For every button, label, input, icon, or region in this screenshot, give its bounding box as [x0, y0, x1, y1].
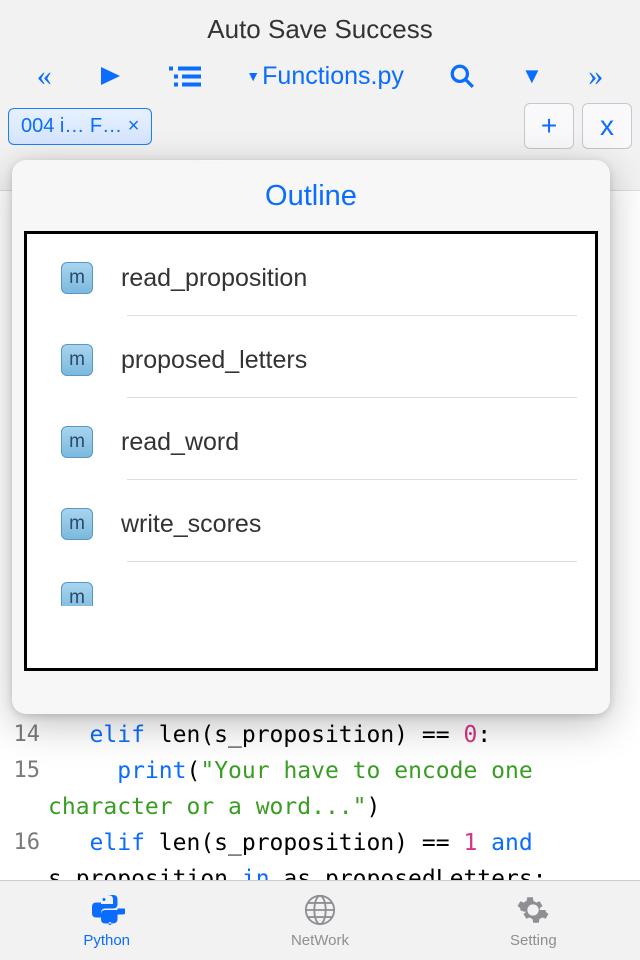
code-line: 15 print("Your have to encode one charac… — [6, 753, 640, 825]
method-badge-icon: m — [61, 582, 93, 606]
outline-label: read_proposition — [121, 264, 307, 293]
tab-row: 004 i… F… × + x — [0, 103, 640, 149]
line-number: 16 — [6, 825, 48, 880]
outline-label: read_word — [121, 428, 239, 457]
tab-setting[interactable]: Setting — [427, 881, 640, 960]
method-badge-icon: m — [61, 426, 93, 458]
close-tab-button[interactable]: x — [582, 103, 632, 149]
filename-label: Functions.py — [262, 62, 404, 91]
page-title: Auto Save Success — [0, 0, 640, 55]
python-icon — [87, 892, 127, 928]
line-number: 14 — [6, 717, 48, 753]
outline-item[interactable]: m — [27, 562, 595, 606]
outline-item[interactable]: m proposed_letters — [27, 316, 595, 398]
code-text: elif len(s_proposition) == 1 and s_propo… — [48, 825, 640, 880]
outline-item[interactable]: m read_proposition — [27, 234, 595, 316]
next-icon[interactable]: » — [588, 59, 603, 93]
method-badge-icon: m — [61, 262, 93, 294]
code-line: 16 elif len(s_proposition) == 1 and s_pr… — [6, 825, 640, 880]
outline-label: proposed_letters — [121, 346, 307, 375]
tab-label: NetWork — [291, 932, 349, 949]
file-tab[interactable]: 004 i… F… × — [8, 108, 152, 145]
code-text: print("Your have to encode one character… — [48, 753, 640, 825]
gear-icon — [513, 892, 553, 928]
method-badge-icon: m — [61, 344, 93, 376]
outline-popup: Outline m read_proposition m proposed_le… — [12, 160, 610, 714]
add-tab-button[interactable]: + — [524, 103, 574, 149]
outline-item[interactable]: m write_scores — [27, 480, 595, 562]
triangle-down-icon[interactable]: ▼ — [521, 63, 543, 89]
tab-python[interactable]: Python — [0, 881, 213, 960]
outline-item[interactable]: m read_word — [27, 398, 595, 480]
play-icon[interactable] — [97, 64, 123, 88]
search-icon[interactable] — [449, 63, 475, 89]
popup-arrow — [194, 160, 226, 162]
globe-icon — [300, 892, 340, 928]
popup-title: Outline — [12, 160, 610, 231]
filename-dropdown[interactable]: ▼ Functions.py — [246, 62, 404, 91]
outline-list: m read_proposition m proposed_letters m … — [24, 231, 598, 671]
toolbar: « ▼ Functions.py ▼ » — [0, 55, 640, 103]
line-number: 15 — [6, 753, 48, 825]
outline-icon[interactable] — [169, 63, 201, 90]
tab-label: 004 i… F… × — [21, 115, 139, 138]
tab-label: Setting — [510, 932, 557, 949]
bottom-bar: Python NetWork Setting — [0, 880, 640, 960]
code-text: elif len(s_proposition) == 0: — [48, 717, 499, 753]
tab-network[interactable]: NetWork — [213, 881, 426, 960]
chevron-down-icon: ▼ — [246, 68, 260, 84]
method-badge-icon: m — [61, 508, 93, 540]
code-line: 14 elif len(s_proposition) == 0: — [6, 717, 640, 753]
outline-label: write_scores — [121, 510, 261, 539]
tab-label: Python — [83, 932, 130, 949]
prev-icon[interactable]: « — [37, 59, 52, 93]
